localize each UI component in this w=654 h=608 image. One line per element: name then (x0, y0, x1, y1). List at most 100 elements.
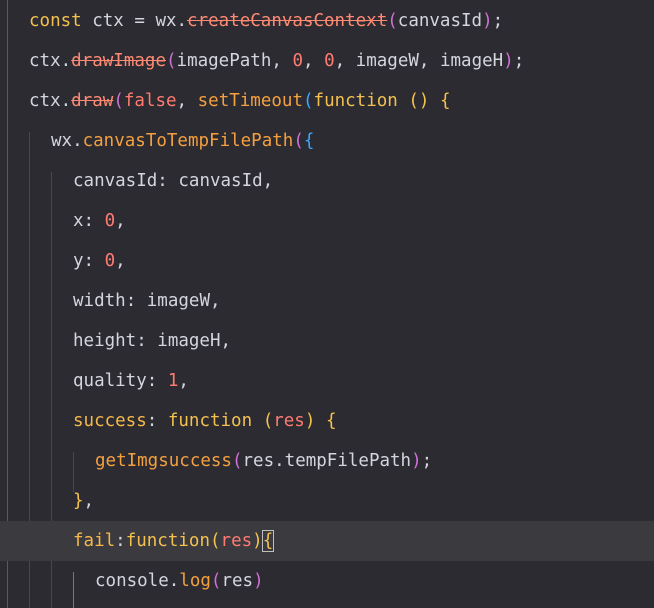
code-token: drawImage (71, 51, 166, 71)
code-line[interactable]: width: imageW, (0, 281, 654, 321)
code-token: wx. (51, 131, 83, 151)
code-token: , (83, 491, 95, 511)
code-editor[interactable]: const ctx = wx.createCanvasContext(canva… (0, 0, 654, 608)
code-line-text: }, (73, 481, 94, 521)
code-token: quality (73, 371, 147, 391)
code-token: ) (304, 411, 316, 431)
code-token: ( (262, 411, 274, 431)
code-line[interactable]: getImgsuccess(res.tempFilePath); (0, 441, 654, 481)
code-token: function (125, 531, 210, 551)
code-token: , (115, 211, 126, 231)
code-line-text: fail:function(res){ (73, 521, 275, 561)
code-token: ) (503, 51, 514, 71)
code-token: ( (165, 51, 177, 71)
code-token: : (146, 411, 168, 431)
code-token: ( (302, 91, 314, 111)
code-token: , (176, 91, 198, 111)
code-line-text: ctx.drawImage(imagePath, 0, 0, imageW, i… (29, 41, 524, 81)
code-line-text: quality: 1, (73, 361, 189, 401)
code-token: } (73, 491, 84, 511)
code-line[interactable]: fail:function(res){ (0, 521, 654, 561)
code-line-text: success: function (res) { (73, 401, 336, 441)
code-line-text: wx.canvasToTempFilePath({ (51, 121, 314, 161)
code-token: ( (293, 131, 304, 151)
code-line[interactable]: canvasId: canvasId, (0, 161, 654, 201)
code-token: ) (253, 571, 264, 591)
code-line[interactable]: ctx.drawImage(imagePath, 0, 0, imageW, i… (0, 41, 654, 81)
code-line[interactable]: height: imageH, (0, 321, 654, 361)
code-token: 0 (324, 51, 335, 71)
code-line[interactable]: wx.canvasToTempFilePath({ (0, 121, 654, 161)
code-token: width (73, 291, 126, 311)
code-line[interactable]: success: function (res) { (0, 401, 654, 441)
code-token: console. (95, 571, 180, 591)
code-line[interactable]: y: 0, (0, 241, 654, 281)
code-token: ) (482, 11, 493, 31)
code-token: log (179, 571, 211, 591)
code-token: ) (252, 531, 263, 551)
code-token: const (29, 11, 82, 31)
code-token: function (167, 411, 253, 431)
code-token: createCanvasContext (187, 11, 388, 31)
code-line[interactable]: x: 0, (0, 201, 654, 241)
code-token: ( (113, 91, 124, 111)
code-line-text: console.log(res) (95, 561, 264, 601)
code-token: ) (411, 451, 422, 471)
code-line-text: height: imageH, (73, 321, 231, 361)
code-token: imagePath, (176, 51, 293, 71)
code-token: draw (71, 91, 114, 111)
code-line[interactable]: quality: 1, (0, 361, 654, 401)
code-token: : imageH, (136, 331, 232, 351)
code-line-text: canvasId: canvasId, (73, 161, 273, 201)
code-token: : (83, 251, 105, 271)
code-token: ctx. (29, 91, 72, 111)
code-token: 0 (104, 211, 116, 231)
code-token: false (123, 91, 177, 111)
code-line-text: y: 0, (73, 241, 126, 281)
code-token: ( (387, 11, 398, 31)
code-token: { (325, 411, 337, 431)
code-line[interactable]: ctx.draw(false, setTimeout(function () { (0, 81, 654, 121)
code-token: 0 (292, 51, 303, 71)
code-token: success (73, 411, 147, 431)
code-line[interactable]: }, (0, 481, 654, 521)
code-token: ( (210, 531, 221, 551)
code-token: : (83, 211, 105, 231)
code-line-text: ctx.draw(false, setTimeout(function () { (29, 81, 451, 121)
code-token: ( (210, 571, 222, 591)
code-token: ; (492, 11, 504, 31)
code-token: ( (231, 451, 243, 471)
code-token: canvasId (73, 171, 158, 191)
code-token: canvasToTempFilePath (82, 131, 294, 151)
code-token: ; (421, 451, 433, 471)
code-token: : (146, 371, 168, 391)
code-line-text: getImgsuccess(res.tempFilePath); (95, 441, 432, 481)
code-token: , (302, 51, 325, 71)
code-token: { (261, 530, 275, 552)
code-token: getImgsuccess (95, 451, 232, 471)
code-token: x (73, 211, 84, 231)
code-line-text: x: 0, (73, 201, 126, 241)
code-token: { (303, 131, 315, 151)
code-line-text: const ctx = wx.createCanvasContext(canva… (29, 1, 503, 41)
code-line[interactable]: const ctx = wx.createCanvasContext(canva… (0, 1, 654, 41)
code-token: 0 (104, 251, 116, 271)
code-token: y (73, 251, 84, 271)
code-token: , (115, 251, 126, 271)
code-line[interactable]: console.log(res) (0, 561, 654, 601)
code-token: , imageW, imageH (334, 51, 504, 71)
code-token: : imageW, (125, 291, 221, 311)
code-token: ctx. (29, 51, 72, 71)
code-token: canvasId (397, 11, 483, 31)
code-token: res (221, 571, 254, 591)
code-token: , (178, 371, 189, 391)
code-token: 1 (167, 371, 179, 391)
code-token: ctx = wx. (81, 11, 188, 31)
code-token: setTimeout (197, 91, 303, 111)
code-token: : (115, 531, 126, 551)
code-token: res (273, 411, 305, 431)
